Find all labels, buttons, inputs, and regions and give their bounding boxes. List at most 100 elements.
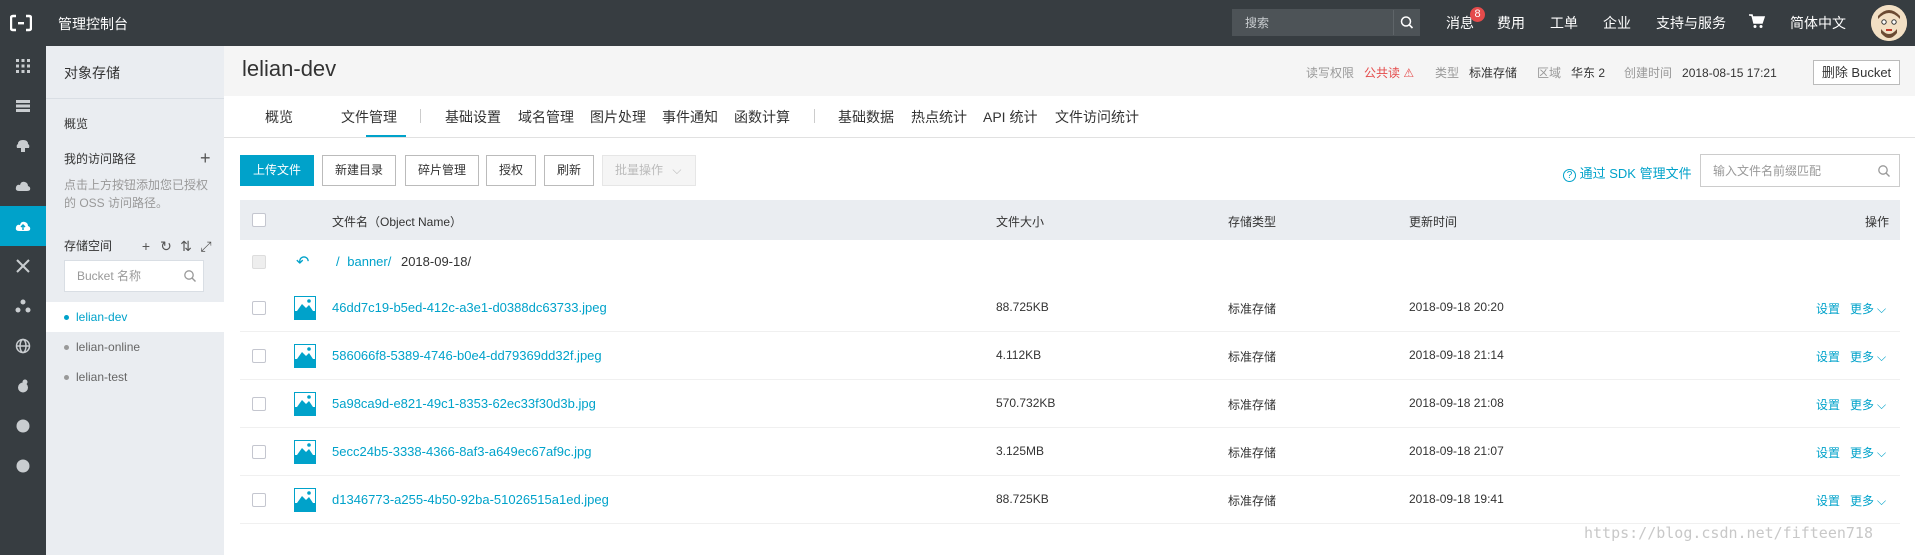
tab-file-access-stats[interactable]: 文件访问统计	[1055, 107, 1139, 127]
nav-language[interactable]: 简体中文	[1790, 13, 1846, 33]
rail-item-extra-1[interactable]	[0, 406, 46, 446]
more-dropdown[interactable]: 更多 ⌵	[1850, 350, 1886, 364]
chevron-down-icon: ⌵	[1877, 494, 1887, 508]
rail-item-server[interactable]	[0, 126, 46, 166]
sdk-manage-link[interactable]: ? 通过 SDK 管理文件	[1563, 163, 1692, 182]
file-name-link[interactable]: 5a98ca9d-e821-49c1-8353-62ec33f30d3b.jpg	[332, 396, 596, 411]
nav-support[interactable]: 支持与服务	[1656, 13, 1726, 33]
rail-item-network[interactable]	[0, 246, 46, 286]
more-dropdown[interactable]: 更多 ⌵	[1850, 302, 1886, 316]
more-label: 更多	[1850, 494, 1875, 508]
batch-operation-label: 批量操作	[615, 163, 664, 177]
tab-divider	[420, 109, 421, 123]
bucket-search-input[interactable]	[65, 261, 181, 291]
row-checkbox[interactable]	[252, 493, 266, 507]
bucket-dot	[64, 315, 69, 320]
file-name-link[interactable]: 46dd7c19-b5ed-412c-a3e1-d0388dc63733.jpe…	[332, 300, 607, 315]
breadcrumb-root[interactable]: /	[336, 254, 340, 269]
bucket-item-lelian-test[interactable]: lelian-test	[46, 362, 224, 392]
sort-icon[interactable]: ⇅	[176, 231, 196, 261]
tab-hotspot-stats[interactable]: 热点统计	[911, 107, 967, 127]
region-label: 区域	[1537, 66, 1562, 80]
dot-icon	[16, 459, 30, 473]
rail-item-nodes[interactable]	[0, 286, 46, 326]
console-logo-icon[interactable]	[10, 12, 32, 34]
search-icon[interactable]	[1877, 164, 1891, 178]
rail-item-oss[interactable]	[0, 206, 46, 246]
tab-bar: 概览 文件管理 基础设置 域名管理 图片处理 事件通知 函数计算 基础数据 热点…	[224, 96, 1915, 138]
rail-item-security[interactable]	[0, 366, 46, 406]
row-checkbox[interactable]	[252, 301, 266, 315]
tab-image-processing[interactable]: 图片处理	[590, 107, 646, 127]
bucket-item-lelian-dev[interactable]: lelian-dev	[46, 302, 224, 332]
acl-meta: 读写权限 公共读 ⚠	[1306, 64, 1414, 81]
rail-item-globe[interactable]	[0, 326, 46, 366]
file-prefix-search-input[interactable]	[1701, 155, 1871, 186]
file-name-link[interactable]: d1346773-a255-4b50-92ba-51026515a1ed.jpe…	[332, 492, 609, 507]
add-path-icon[interactable]: +	[200, 144, 211, 172]
console-title[interactable]: 管理控制台	[58, 14, 128, 34]
search-icon[interactable]	[183, 269, 197, 283]
more-label: 更多	[1850, 302, 1875, 316]
top-search-input[interactable]	[1233, 10, 1393, 35]
storage-type: 标准存储	[1228, 446, 1277, 460]
new-directory-button[interactable]: 新建目录	[322, 155, 396, 186]
row-actions: 设置 更多 ⌵	[1816, 396, 1886, 413]
nav-tickets[interactable]: 工单	[1550, 13, 1578, 33]
delete-bucket-button[interactable]: 删除 Bucket	[1813, 60, 1900, 85]
avatar[interactable]	[1871, 5, 1907, 41]
tab-api-stats[interactable]: API 统计	[983, 107, 1037, 127]
tab-event-notification[interactable]: 事件通知	[662, 107, 718, 127]
settings-link[interactable]: 设置	[1816, 302, 1840, 316]
fragment-management-button[interactable]: 碎片管理	[405, 155, 479, 186]
settings-link[interactable]: 设置	[1816, 494, 1840, 508]
select-all-checkbox[interactable]	[252, 213, 266, 227]
more-dropdown[interactable]: 更多 ⌵	[1850, 446, 1886, 460]
row-checkbox[interactable]	[252, 397, 266, 411]
rail-item-list[interactable]	[0, 86, 46, 126]
file-name-link[interactable]: 5ecc24b5-3338-4366-8af3-a649ec67af9c.jpg	[332, 444, 591, 459]
bucket-item-lelian-online[interactable]: lelian-online	[46, 332, 224, 362]
add-bucket-icon[interactable]: +	[136, 231, 156, 261]
row-checkbox[interactable]	[252, 445, 266, 459]
row-checkbox[interactable]	[252, 349, 266, 363]
type-value: 标准存储	[1469, 66, 1518, 80]
file-name-link[interactable]: 586066f8-5389-4746-b0e4-dd79369dd32f.jpe…	[332, 348, 602, 363]
expand-icon[interactable]: ⤢	[196, 231, 216, 261]
table-row: 586066f8-5389-4746-b0e4-dd79369dd32f.jpe…	[240, 332, 1900, 380]
table-row: 5ecc24b5-3338-4366-8af3-a649ec67af9c.jpg…	[240, 428, 1900, 476]
message-count-badge: 8	[1470, 7, 1485, 22]
bucket-section-label: 存储空间	[64, 239, 113, 253]
rail-item-extra-2[interactable]	[0, 446, 46, 486]
top-search-button[interactable]	[1393, 10, 1419, 35]
settings-link[interactable]: 设置	[1816, 446, 1840, 460]
settings-link[interactable]: 设置	[1816, 398, 1840, 412]
tab-domain-management[interactable]: 域名管理	[518, 107, 574, 127]
tab-basic-settings[interactable]: 基础设置	[445, 107, 501, 127]
more-dropdown[interactable]: 更多 ⌵	[1850, 398, 1886, 412]
rail-products[interactable]	[0, 46, 46, 86]
tab-overview[interactable]: 概览	[265, 107, 293, 127]
nav-enterprise[interactable]: 企业	[1603, 13, 1631, 33]
refresh-icon[interactable]: ↻	[156, 231, 176, 261]
updated-time: 2018-09-18 21:14	[1409, 348, 1504, 362]
breadcrumb-banner[interactable]: banner/	[347, 254, 391, 269]
image-file-icon	[294, 488, 316, 512]
back-arrow-icon[interactable]: ↶	[296, 252, 309, 272]
tab-file-management[interactable]: 文件管理	[341, 107, 397, 127]
sidebar-divider	[46, 98, 224, 99]
cart-icon[interactable]	[1748, 12, 1766, 30]
tab-basic-data[interactable]: 基础数据	[838, 107, 894, 127]
settings-link[interactable]: 设置	[1816, 350, 1840, 364]
refresh-button[interactable]: 刷新	[544, 155, 594, 186]
nav-billing[interactable]: 费用	[1497, 13, 1525, 33]
bucket-header: lelian-dev 读写权限 公共读 ⚠ 类型 标准存储 区域 华东 2 创建…	[224, 46, 1915, 96]
rail-item-cloud[interactable]	[0, 166, 46, 206]
sidebar-item-overview[interactable]: 概览	[64, 109, 224, 139]
upload-file-button[interactable]: 上传文件	[240, 155, 314, 186]
batch-operation-dropdown[interactable]: 批量操作 ⌵	[602, 155, 696, 186]
authorize-button[interactable]: 授权	[486, 155, 536, 186]
more-dropdown[interactable]: 更多 ⌵	[1850, 494, 1886, 508]
tab-function-compute[interactable]: 函数计算	[734, 107, 790, 127]
sidebar-my-paths: 我的访问路径 +	[64, 144, 224, 174]
